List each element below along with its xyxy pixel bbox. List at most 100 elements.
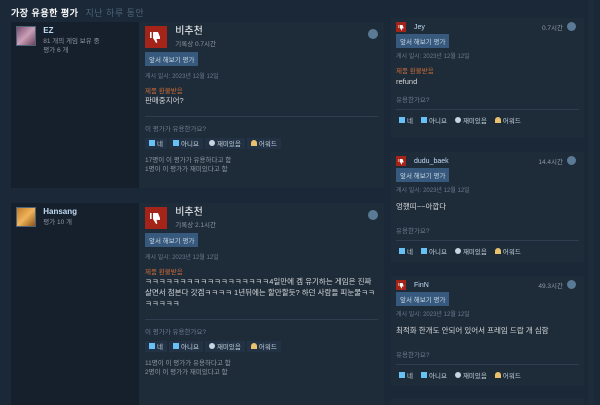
review-content: 비추천 기록상 0.7시간 앞서 해보기 평가 게시 일시: 2023년 12월…	[139, 22, 384, 188]
vote-row: 네 아니요 재미있음 어워드	[396, 370, 579, 387]
review-verdict[interactable]: 비추천	[175, 207, 216, 219]
award-icon	[494, 372, 501, 379]
early-access-badge: 앞서 해보기 평가	[396, 34, 450, 48]
vote-no-button[interactable]: 아니요	[418, 115, 450, 126]
author-name[interactable]: Jey	[414, 24, 425, 31]
award-button[interactable]: 어워드	[246, 137, 281, 149]
thumbs-up-icon	[149, 343, 155, 350]
award-label: 어워드	[258, 141, 277, 149]
divider	[396, 239, 579, 241]
review-hours: 14.4시간	[538, 159, 563, 166]
author-review-count[interactable]: 평가 6 개	[43, 46, 99, 55]
helpful-count: 11명이 이 평가가 유용하다고 함	[145, 359, 231, 367]
smile-icon	[208, 343, 215, 350]
thumbs-down-icon	[172, 140, 179, 147]
avatar[interactable]	[16, 207, 36, 227]
side-review-card: Jey 0.7시간 앞서 해보기 평가 게시 일시: 2023년 12월 12일…	[391, 18, 584, 138]
author-name[interactable]: FinN	[414, 282, 429, 289]
vote-funny-button[interactable]: 재미있음	[204, 137, 245, 149]
tab-past-day[interactable]: 지난 하루 동안	[85, 8, 144, 18]
award-button[interactable]: 어워드	[492, 115, 524, 126]
vote-no-button[interactable]: 아니요	[168, 137, 203, 149]
posted-date: 게시 일시: 2023년 12월 12일	[396, 188, 470, 194]
thumbs-down-icon	[420, 117, 427, 124]
review-hours: 기록상 0.7시간	[175, 41, 216, 48]
thumbs-down-icon	[172, 343, 179, 350]
vote-yes-label: 네	[157, 141, 163, 149]
thumbs-up-icon	[399, 372, 405, 379]
avatar[interactable]	[16, 26, 36, 46]
vote-yes-button[interactable]: 네	[396, 246, 416, 257]
award-button[interactable]: 어워드	[492, 246, 524, 257]
thumbs-down-icon	[145, 207, 167, 229]
vote-no-label: 아니요	[180, 141, 199, 149]
award-button[interactable]: 어워드	[246, 340, 281, 352]
helpful-question: 이 평가가 유용한가요?	[145, 328, 207, 336]
steam-icon	[567, 280, 576, 289]
vote-yes-label: 네	[157, 344, 163, 352]
helpful-stats: 17명이 이 평가가 유용하다고 함 1명이 이 평가가 재미있다고 함	[145, 156, 378, 175]
refund-label: 제품 환불받음	[145, 269, 183, 276]
award-label: 어워드	[502, 118, 521, 126]
award-label: 어워드	[502, 373, 521, 381]
award-icon	[250, 140, 257, 147]
author-name[interactable]: Hansang	[43, 207, 77, 216]
vote-funny-label: 재미있음	[462, 118, 487, 126]
smile-icon	[454, 248, 461, 255]
posted-date: 게시 일시: 2023년 12월 12일	[396, 54, 470, 60]
review-verdict[interactable]: 비추천	[175, 26, 216, 38]
vote-funny-button[interactable]: 재미있음	[452, 246, 490, 257]
side-review-card	[391, 398, 584, 405]
steam-icon	[368, 210, 378, 220]
review-content: 비추천 기록상 2.1시간 앞서 해보기 평가 게시 일시: 2023년 12월…	[139, 203, 384, 405]
author-name[interactable]: dudu_baek	[414, 158, 449, 165]
vote-yes-button[interactable]: 네	[145, 137, 167, 149]
vote-funny-button[interactable]: 재미있음	[452, 115, 490, 126]
award-label: 어워드	[502, 249, 521, 257]
thumbs-down-icon	[420, 372, 427, 379]
vote-funny-button[interactable]: 재미있음	[452, 370, 490, 381]
divider	[396, 108, 579, 110]
scrollbar[interactable]	[588, 0, 594, 405]
thumbs-down-icon	[396, 22, 406, 32]
thumbs-down-icon	[396, 280, 406, 290]
review-author: Hansang 평가 10 개	[11, 203, 136, 405]
vote-no-label: 아니요	[428, 373, 447, 381]
author-games[interactable]: 81 개의 게임 보유 중	[43, 37, 99, 46]
refund-label: 제품 환불받음	[145, 88, 183, 95]
author-review-count[interactable]: 평가 10 개	[43, 218, 77, 227]
helpful-question: 유용한가요?	[396, 227, 430, 235]
thumbs-down-icon	[145, 26, 167, 48]
review-body: ㅋㅋㅋㅋㅋㅋㅋㅋㅋㅋㅋㅋㅋㅋㅋㅋㅋㅋ4일만에 겜 유기하는 게임은 진짜 살면서…	[145, 277, 375, 308]
review-author: EZ 81 개의 게임 보유 중 평가 6 개	[11, 22, 136, 188]
vote-funny-label: 재미있음	[216, 141, 241, 149]
divider	[145, 318, 378, 320]
vote-no-button[interactable]: 아니요	[418, 246, 450, 257]
helpful-question: 유용한가요?	[396, 351, 430, 359]
award-button[interactable]: 어워드	[492, 370, 524, 381]
award-icon	[494, 117, 501, 124]
vote-yes-button[interactable]: 네	[396, 115, 416, 126]
vote-yes-label: 네	[407, 118, 413, 126]
vote-yes-button[interactable]: 네	[396, 370, 416, 381]
vote-no-button[interactable]: 아니요	[168, 340, 203, 352]
vote-funny-button[interactable]: 재미있음	[204, 340, 245, 352]
vote-row: 네 아니요 재미있음 어워드	[396, 246, 579, 263]
early-access-badge: 앞서 해보기 평가	[145, 233, 199, 247]
tab-most-helpful[interactable]: 가장 유용한 평가	[11, 8, 78, 18]
author-name[interactable]: EZ	[43, 26, 99, 35]
early-access-badge: 앞서 해보기 평가	[396, 168, 450, 182]
funny-count: 1명이 이 평가가 재미있다고 함	[145, 166, 228, 174]
vote-no-button[interactable]: 아니요	[418, 370, 450, 381]
posted-date: 게시 일시: 2023년 12월 12일	[145, 74, 219, 80]
vote-yes-button[interactable]: 네	[145, 340, 167, 352]
side-review-card: dudu_baek 14.4시간 앞서 해보기 평가 게시 일시: 2023년 …	[391, 152, 584, 262]
divider	[396, 363, 579, 365]
early-access-badge: 앞서 해보기 평가	[145, 52, 199, 66]
award-icon	[250, 343, 257, 350]
review-body: 엉했띠~~아깝다	[396, 202, 447, 211]
early-access-badge: 앞서 해보기 평가	[396, 292, 450, 306]
helpful-stats: 11명이 이 평가가 유용하다고 함 2명이 이 평가가 재미있다고 함	[145, 359, 378, 378]
award-label: 어워드	[258, 344, 277, 352]
thumbs-up-icon	[399, 117, 405, 124]
